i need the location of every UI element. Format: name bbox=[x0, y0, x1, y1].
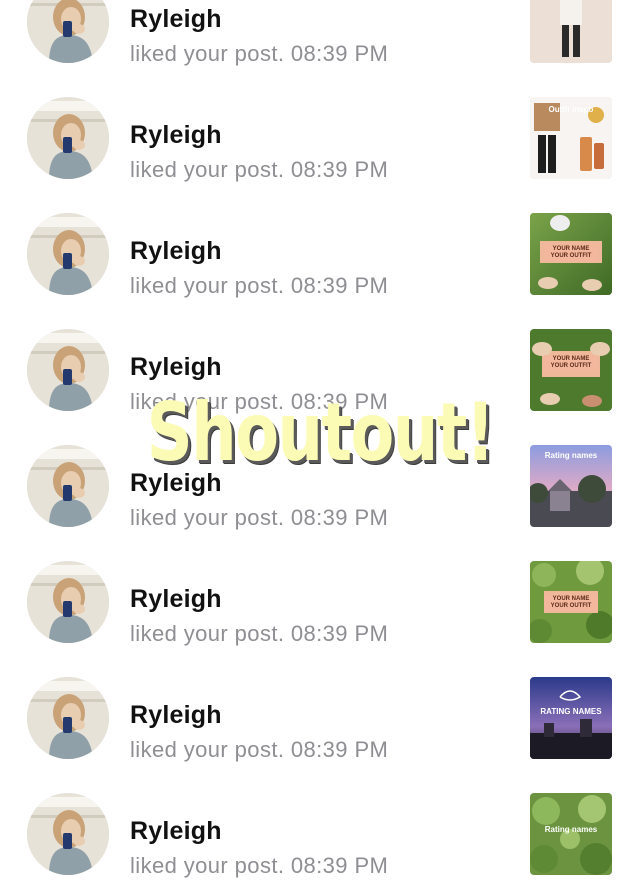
notification-row[interactable]: Ryleigh liked your post. 08:39 PM bbox=[0, 0, 640, 81]
activity-text: liked your post. 08:39 PM bbox=[130, 505, 389, 530]
thumbnail-caption: Outfit inspo bbox=[548, 105, 594, 114]
post-thumbnail[interactable]: Rating names bbox=[530, 445, 612, 527]
username[interactable]: Ryleigh bbox=[130, 701, 222, 730]
activity-text: liked your post. 08:39 PM bbox=[130, 737, 389, 762]
thumbnail-caption: RATING NAMES bbox=[540, 707, 602, 716]
post-thumbnail[interactable]: YOUR NAME YOUR OUTFIT bbox=[530, 329, 612, 411]
username[interactable]: Ryleigh bbox=[130, 817, 222, 846]
user-avatar[interactable] bbox=[27, 445, 109, 527]
user-avatar[interactable] bbox=[27, 97, 109, 179]
user-avatar[interactable] bbox=[27, 329, 109, 411]
activity-text: liked your post. 08:39 PM bbox=[130, 157, 389, 182]
user-avatar[interactable] bbox=[27, 677, 109, 759]
notification-row[interactable]: Ryleigh liked your post. 08:39 PM YOUR NAM… bbox=[0, 313, 640, 429]
activity-text: liked your post. 08:39 PM bbox=[130, 41, 389, 66]
post-thumbnail[interactable] bbox=[530, 0, 612, 63]
username[interactable]: Ryleigh bbox=[130, 121, 222, 150]
thumbnail-caption: Rating names bbox=[544, 451, 598, 460]
thumbnail-caption: YOUR NAME YOUR OUTFIT bbox=[544, 355, 598, 371]
activity-text: liked your post. 08:39 PM bbox=[130, 853, 389, 878]
post-thumbnail[interactable]: Rating names bbox=[530, 793, 612, 875]
activity-list: Ryleigh liked your post. 08:39 PM Ryleigh… bbox=[0, 0, 640, 893]
notification-row[interactable]: Ryleigh liked your post. 08:39 PM RATING N… bbox=[0, 661, 640, 777]
post-thumbnail[interactable]: RATING NAMES bbox=[530, 677, 612, 759]
username[interactable]: Ryleigh bbox=[130, 585, 222, 614]
user-avatar[interactable] bbox=[27, 561, 109, 643]
post-thumbnail[interactable]: YOUR NAME YOUR OUTFIT bbox=[530, 213, 612, 295]
post-thumbnail[interactable]: YOUR NAME YOUR OUTFIT bbox=[530, 561, 612, 643]
activity-text: liked your post. 08:39 PM bbox=[130, 389, 389, 414]
username[interactable]: Ryleigh bbox=[130, 5, 222, 34]
notification-row[interactable]: Ryleigh liked your post. 08:39 PM Rating n… bbox=[0, 777, 640, 893]
thumbnail-caption: Rating names bbox=[544, 825, 598, 834]
username[interactable]: Ryleigh bbox=[130, 469, 222, 498]
notification-row[interactable]: Ryleigh liked your post. 08:39 PM Outfit i… bbox=[0, 81, 640, 197]
activity-text: liked your post. 08:39 PM bbox=[130, 621, 389, 646]
post-thumbnail[interactable]: Outfit inspo bbox=[530, 97, 612, 179]
activity-text: liked your post. 08:39 PM bbox=[130, 273, 389, 298]
user-avatar[interactable] bbox=[27, 213, 109, 295]
thumbnail-caption: YOUR NAME YOUR OUTFIT bbox=[544, 595, 598, 611]
notification-row[interactable]: Ryleigh liked your post. 08:39 PM Rating n… bbox=[0, 429, 640, 545]
user-avatar[interactable] bbox=[27, 793, 109, 875]
notification-row[interactable]: Ryleigh liked your post. 08:39 PM YOUR NAM… bbox=[0, 197, 640, 313]
username[interactable]: Ryleigh bbox=[130, 353, 222, 382]
notification-row[interactable]: Ryleigh liked your post. 08:39 PM YOUR NAM… bbox=[0, 545, 640, 661]
username[interactable]: Ryleigh bbox=[130, 237, 222, 266]
thumbnail-caption: YOUR NAME YOUR OUTFIT bbox=[544, 245, 598, 261]
user-avatar[interactable] bbox=[27, 0, 109, 63]
